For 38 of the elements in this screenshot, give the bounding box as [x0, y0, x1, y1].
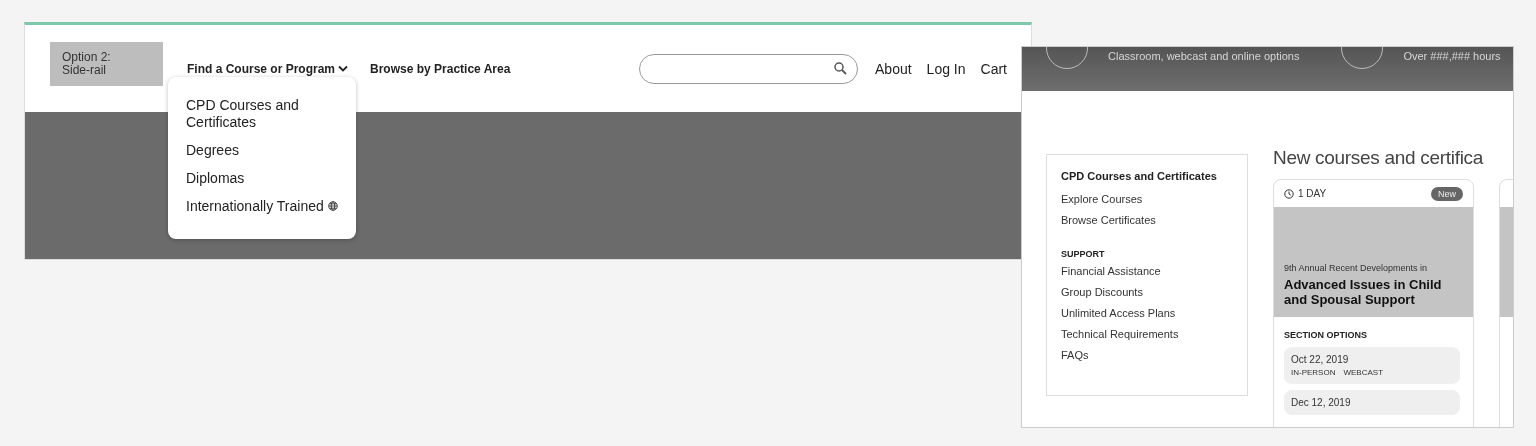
sidebar-link[interactable]: Financial Assistance — [1061, 265, 1233, 277]
search-icon — [834, 62, 847, 75]
globe-icon — [327, 201, 338, 211]
feature-text: Over ###,### hours — [1403, 50, 1501, 62]
nav-link[interactable]: About — [875, 60, 912, 77]
menu-item[interactable]: Degrees — [186, 141, 342, 159]
menu-item[interactable]: Internationally Trained — [186, 197, 342, 215]
sidebar-link[interactable]: Group Discounts — [1061, 286, 1233, 298]
clock-icon — [1284, 188, 1294, 199]
chevron-down-icon — [338, 65, 349, 72]
section-option[interactable]: Dec 12, 2019 — [1284, 390, 1460, 415]
sidebar-link[interactable]: Browse Certificates — [1061, 214, 1233, 226]
card-eyebrow: 9th Annual Recent Developments in — [1284, 263, 1429, 273]
nav-link[interactable]: Cart — [980, 60, 1007, 77]
sidebar-link[interactable]: Unlimited Access Plans — [1061, 307, 1233, 319]
nav-link[interactable]: Browse by Practice Area — [370, 61, 511, 76]
course-card[interactable]: 1 DAY New 9th Annual Recent Developments in Advanced Issues in Child and Spousal Support SECTION OPTIONS Oct 22, 2019 IN-PERSON WEBCAST Dec 12, 2019 — [1273, 179, 1474, 427]
section-option[interactable]: Oct 22, 2019 IN-PERSON WEBCAST — [1284, 347, 1460, 384]
duration: 1 DAY — [1284, 188, 1327, 199]
sidebar-link[interactable]: Explore Courses — [1061, 193, 1233, 205]
new-badge: New — [1431, 186, 1463, 201]
format-tag: IN-PERSON — [1291, 368, 1336, 377]
menu-item[interactable]: CPD Courses and Certificates — [186, 96, 342, 131]
menu-item[interactable]: Diplomas — [186, 169, 342, 187]
format-tag: WEBCAST — [1343, 368, 1383, 377]
nav-link[interactable]: Log In — [926, 60, 966, 77]
nav-link[interactable]: Find a Course or Program — [187, 61, 349, 76]
option-date: Dec 12, 2019 — [1291, 397, 1351, 408]
sidebar-heading: SUPPORT — [1061, 249, 1106, 259]
option-label: Option 2: Side-rail — [50, 41, 163, 86]
options-label: SECTION OPTIONS — [1284, 330, 1368, 340]
sidebar-link[interactable]: Technical Requirements — [1061, 328, 1233, 340]
feature-text: Classroom, webcast and online options — [1108, 50, 1300, 62]
section-heading: New courses and certifica — [1273, 147, 1485, 169]
sidebar-link[interactable]: FAQs — [1061, 349, 1233, 361]
option-date: Oct 22, 2019 — [1291, 354, 1349, 365]
card-title: Advanced Issues in Child and Spousal Support — [1284, 277, 1443, 307]
sidebar-title: CPD Courses and Certificates — [1061, 170, 1218, 182]
